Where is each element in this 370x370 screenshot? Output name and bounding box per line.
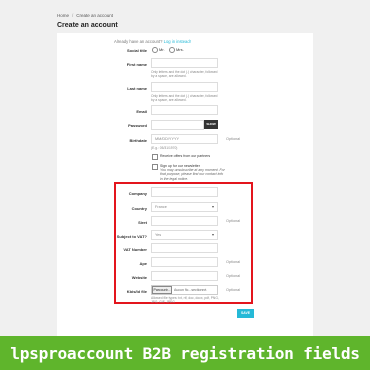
first-name-help: Only letters and the dot (.) character, …: [151, 70, 218, 78]
website-field[interactable]: [151, 271, 218, 281]
file-name-text: Aucun fic...sectionné.: [174, 288, 208, 292]
newsletter-block: Sign up for our newsletter You may unsub…: [160, 164, 225, 181]
birthdate-label: Birthdate: [129, 138, 147, 143]
siret-optional: Optional: [226, 219, 241, 223]
ape-label: Ape: [139, 261, 147, 266]
breadcrumb: Home / Create an account: [57, 13, 113, 18]
save-button[interactable]: SAVE: [237, 309, 254, 318]
ape-field[interactable]: [151, 257, 218, 267]
siret-field[interactable]: [151, 216, 218, 226]
password-label: Password: [128, 123, 147, 128]
last-name-help: Only letters and the dot (.) character, …: [151, 94, 218, 102]
offers-checkbox[interactable]: [152, 154, 158, 160]
last-name-field[interactable]: [151, 82, 218, 92]
company-label: Company: [128, 191, 147, 196]
vat-subject-label: Subject to VAT?: [116, 234, 147, 239]
vat-number-label: VAT Number: [123, 247, 147, 252]
company-field[interactable]: [151, 187, 218, 197]
birthdate-field[interactable]: MM/DD/YYYY: [151, 134, 218, 144]
product-banner: lpsproaccount B2B registration fields: [0, 336, 370, 370]
kbis-optional: Optional: [226, 288, 241, 292]
birthdate-help: (E.g.: 05/31/1970): [151, 146, 178, 150]
already-account-text: Already have an account? Log in instead!: [114, 39, 191, 44]
ape-optional: Optional: [226, 260, 241, 264]
breadcrumb-current: Create an account: [76, 13, 114, 18]
social-title-radios: Mr. Mrs.: [152, 47, 184, 53]
offers-label: Receive offers from our partners: [160, 154, 211, 158]
siret-label: Siret: [138, 220, 147, 225]
vat-subject-select[interactable]: Yes: [151, 230, 218, 240]
website-label: Website: [131, 275, 147, 280]
kbis-label: Kbis/Id file: [126, 289, 147, 294]
kbis-help: Allowed file types: txt, rtf, doc, docx,…: [151, 296, 219, 304]
email-field[interactable]: [151, 105, 218, 115]
radio-mrs[interactable]: [169, 47, 176, 53]
first-name-field[interactable]: [151, 58, 218, 68]
newsletter-note: You may unsubscribe at any moment. For t…: [160, 168, 225, 181]
already-account-label: Already have an account?: [114, 39, 163, 44]
radio-mrs-label: Mrs.: [176, 47, 184, 53]
show-password-button[interactable]: SHOW: [204, 120, 218, 129]
social-title-label: Social title: [126, 48, 147, 53]
email-label: Email: [136, 109, 147, 114]
password-field[interactable]: [151, 120, 204, 130]
last-name-label: Last name: [127, 86, 147, 91]
breadcrumb-separator: /: [72, 13, 74, 18]
country-label: Country: [131, 206, 147, 211]
country-select[interactable]: France: [151, 202, 218, 212]
login-link[interactable]: Log in instead!: [164, 39, 191, 44]
breadcrumb-home[interactable]: Home: [57, 13, 69, 18]
newsletter-checkbox[interactable]: [152, 164, 158, 170]
radio-mr-label: Mr.: [159, 47, 165, 53]
birthdate-optional: Optional: [226, 137, 241, 141]
radio-mr[interactable]: [152, 47, 158, 53]
vat-number-field[interactable]: [151, 243, 218, 253]
browse-file-button[interactable]: Parcourir...: [152, 286, 172, 294]
page-title: Create an account: [57, 22, 118, 29]
first-name-label: First name: [126, 62, 147, 67]
website-optional: Optional: [226, 274, 241, 278]
